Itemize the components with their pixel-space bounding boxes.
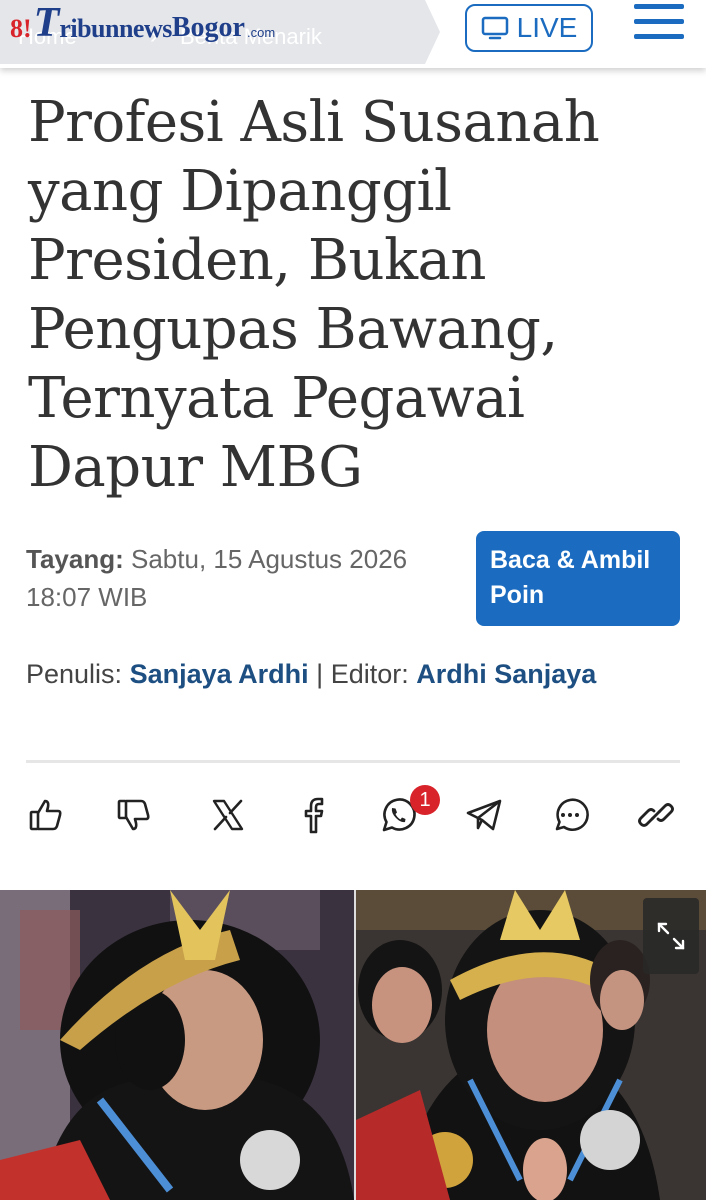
logo-bogor: Bogor	[171, 12, 245, 43]
editor-name[interactable]: Ardhi Sanjaya	[416, 659, 596, 689]
share-actions-bar	[0, 790, 706, 850]
writer-label: Penulis:	[26, 659, 123, 689]
live-label: LIVE	[516, 12, 578, 43]
writer-name[interactable]: Sanjaya Ardhi	[130, 659, 309, 689]
read-and-earn-points-button[interactable]: Baca & Ambil Poin	[476, 531, 680, 626]
site-logo[interactable]: 8! T ribunnews Bogor .com	[10, 0, 275, 44]
facebook-icon[interactable]	[292, 790, 336, 840]
live-button[interactable]: LIVE	[465, 4, 593, 52]
editor-label: Editor:	[330, 659, 409, 689]
logo-letter-t: T	[33, 0, 60, 46]
hamburger-menu-icon[interactable]	[634, 4, 684, 46]
logo-com: .com	[246, 25, 276, 40]
divider	[26, 760, 680, 763]
whatsapp-count-badge: 1	[410, 785, 440, 815]
logo-mark: 8!	[10, 14, 32, 43]
x-twitter-icon[interactable]	[206, 790, 250, 840]
copy-link-icon[interactable]	[634, 790, 678, 840]
logo-ribunnews: ribunnews	[59, 14, 172, 43]
article-title: Profesi Asli Susanah yang Dipanggil Pres…	[28, 90, 600, 500]
article-photo-image	[0, 890, 706, 1200]
article-authors: Penulis: Sanjaya Ardhi | Editor: Ardhi S…	[26, 654, 686, 695]
comment-icon[interactable]	[548, 790, 592, 840]
like-icon[interactable]	[24, 790, 68, 840]
site-header: Home › Berita Menarik 8! T ribunnews Bog…	[0, 0, 706, 68]
publish-info: Tayang: Sabtu, 15 Agustus 2026 18:07 WIB	[26, 540, 456, 616]
dislike-icon[interactable]	[112, 790, 156, 840]
tv-icon	[481, 16, 508, 40]
article-photo[interactable]	[0, 890, 706, 1200]
authors-separator: |	[316, 659, 324, 689]
published-label: Tayang:	[26, 544, 124, 574]
expand-icon[interactable]	[643, 898, 699, 974]
telegram-icon[interactable]	[462, 790, 506, 840]
